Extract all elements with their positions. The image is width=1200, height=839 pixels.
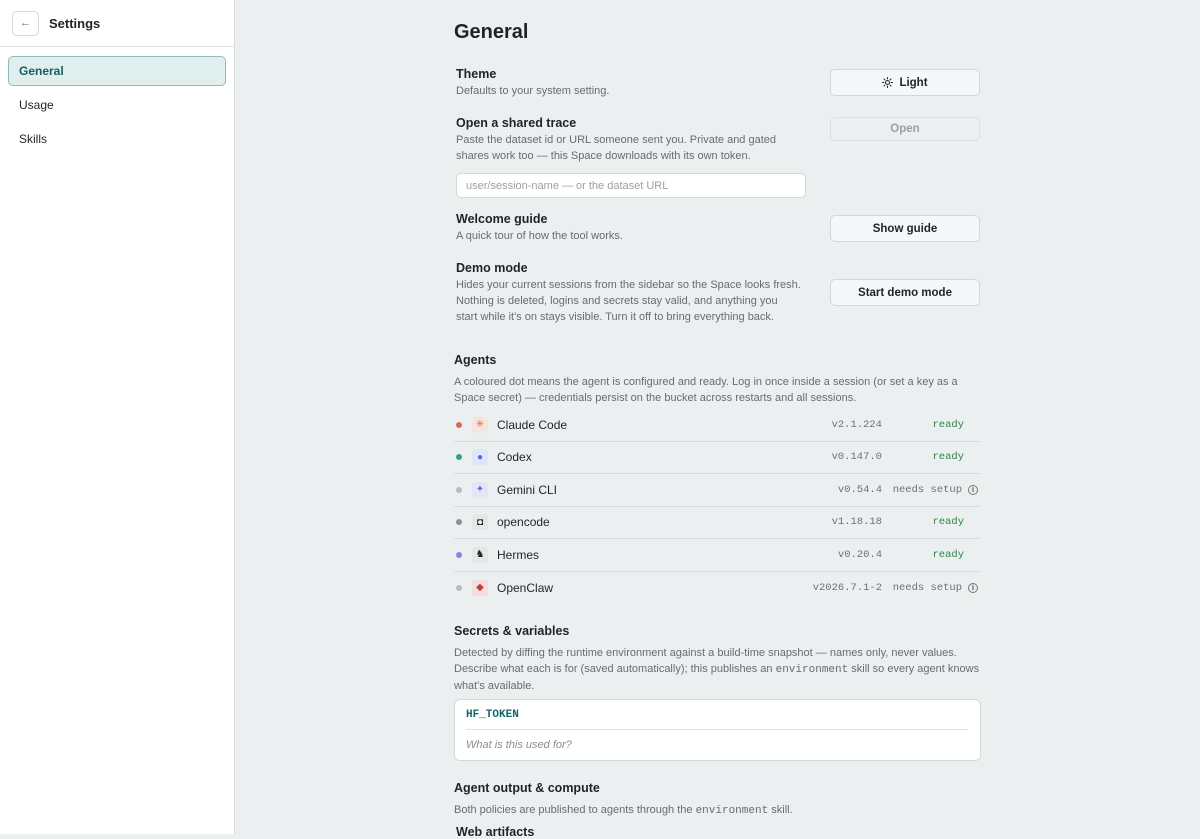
show-guide-button[interactable]: Show guide <box>830 215 980 242</box>
environment-code: environment <box>695 805 769 817</box>
agent-status: ready <box>932 548 964 561</box>
agent-row-opencode[interactable]: ◘ opencode v1.18.18 ready <box>454 507 980 539</box>
hermes-icon: ♞ <box>472 546 488 563</box>
theme-button-label: Light <box>899 76 928 89</box>
openclaw-icon: ◆ <box>472 579 488 596</box>
status-dot <box>456 519 462 526</box>
agent-status: ready <box>932 451 964 464</box>
agent-row-claude-code[interactable]: ✳ Claude Code v2.1.224 ready <box>454 409 980 442</box>
start-demo-button[interactable]: Start demo mode <box>830 279 980 306</box>
web-artifacts-title: Web artifacts <box>456 825 535 839</box>
sidebar-title: Settings <box>49 15 101 31</box>
secrets-title: Secrets & variables <box>454 624 570 638</box>
agent-version: v2.1.224 <box>831 418 882 431</box>
back-button[interactable]: ← <box>12 10 39 36</box>
sidebar: ← Settings General Usage Skills <box>0 0 235 834</box>
status-dot <box>456 421 462 428</box>
shared-trace-row: Open a shared trace Paste the dataset id… <box>456 116 980 198</box>
compute-title: Agent output & compute <box>454 781 600 795</box>
agents-title: Agents <box>454 353 497 367</box>
sidebar-nav: General Usage Skills <box>0 47 234 167</box>
theme-row: Theme Defaults to your system setting. L… <box>456 67 980 99</box>
status-dot <box>456 584 462 591</box>
agent-version: v2026.7.1-2 <box>812 581 882 594</box>
agent-status: needs setup <box>892 483 962 496</box>
secret-description-input[interactable] <box>466 730 969 759</box>
welcome-desc: A quick tour of how the tool works. <box>456 230 623 242</box>
shared-trace-input[interactable] <box>456 173 806 198</box>
agent-version: v1.18.18 <box>831 516 882 529</box>
secrets-desc: Detected by diffing the runtime environm… <box>454 647 980 692</box>
sun-icon <box>882 77 894 88</box>
sidebar-header: ← Settings <box>0 0 234 47</box>
info-icon[interactable]: i <box>968 582 978 593</box>
info-icon[interactable]: i <box>968 484 978 495</box>
codex-icon: ● <box>472 449 488 466</box>
status-dot <box>456 486 462 493</box>
agent-row-openclaw[interactable]: ◆ OpenClaw v2026.7.1-2 needs setup i <box>454 572 980 605</box>
agent-name: opencode <box>497 515 550 530</box>
agent-row-gemini-cli[interactable]: ✦ Gemini CLI v0.54.4 needs setup i <box>454 474 980 507</box>
status-dot <box>456 454 462 461</box>
agent-version: v0.20.4 <box>837 548 882 561</box>
agent-row-hermes[interactable]: ♞ Hermes v0.20.4 ready <box>454 539 980 572</box>
agent-status: ready <box>932 418 964 431</box>
theme-desc: Defaults to your system setting. <box>456 85 610 97</box>
opencode-icon: ◘ <box>472 514 488 531</box>
secret-name: HF_TOKEN <box>466 700 969 730</box>
sidebar-item-skills[interactable]: Skills <box>8 124 226 154</box>
sidebar-item-general[interactable]: General <box>8 56 226 86</box>
demo-row: Demo mode Hides your current sessions fr… <box>456 261 980 325</box>
agent-name: Hermes <box>497 547 540 562</box>
sidebar-item-usage[interactable]: Usage <box>8 90 226 120</box>
page-title: General <box>454 21 529 43</box>
demo-desc: Hides your current sessions from the sid… <box>456 279 801 323</box>
agent-version: v0.147.0 <box>831 451 882 464</box>
agent-row-codex[interactable]: ● Codex v0.147.0 ready <box>454 442 980 474</box>
compute-desc: Both policies are published to agents th… <box>454 804 793 817</box>
agent-name: Claude Code <box>497 417 568 432</box>
agent-version: v0.54.4 <box>837 483 882 496</box>
agent-status: needs setup <box>892 581 962 594</box>
back-arrow-icon: ← <box>20 17 31 29</box>
shared-trace-desc: Paste the dataset id or URL someone sent… <box>456 134 777 162</box>
agent-name: Gemini CLI <box>497 482 558 497</box>
claude-code-icon: ✳ <box>472 416 488 433</box>
theme-button[interactable]: Light <box>830 69 980 96</box>
open-button[interactable]: Open <box>830 117 980 141</box>
secret-card: HF_TOKEN <box>454 699 981 761</box>
environment-code: environment <box>775 664 849 676</box>
agent-name: Codex <box>497 450 532 465</box>
agents-list: ✳ Claude Code v2.1.224 ready ● Codex v0.… <box>454 409 980 604</box>
welcome-row: Welcome guide A quick tour of how the to… <box>456 212 980 244</box>
status-dot <box>456 551 462 558</box>
agent-status: ready <box>932 516 964 529</box>
demo-title: Demo mode <box>456 261 528 275</box>
gemini-cli-icon: ✦ <box>472 481 488 498</box>
agents-desc: A coloured dot means the agent is config… <box>454 376 958 404</box>
agent-name: OpenClaw <box>497 580 554 595</box>
